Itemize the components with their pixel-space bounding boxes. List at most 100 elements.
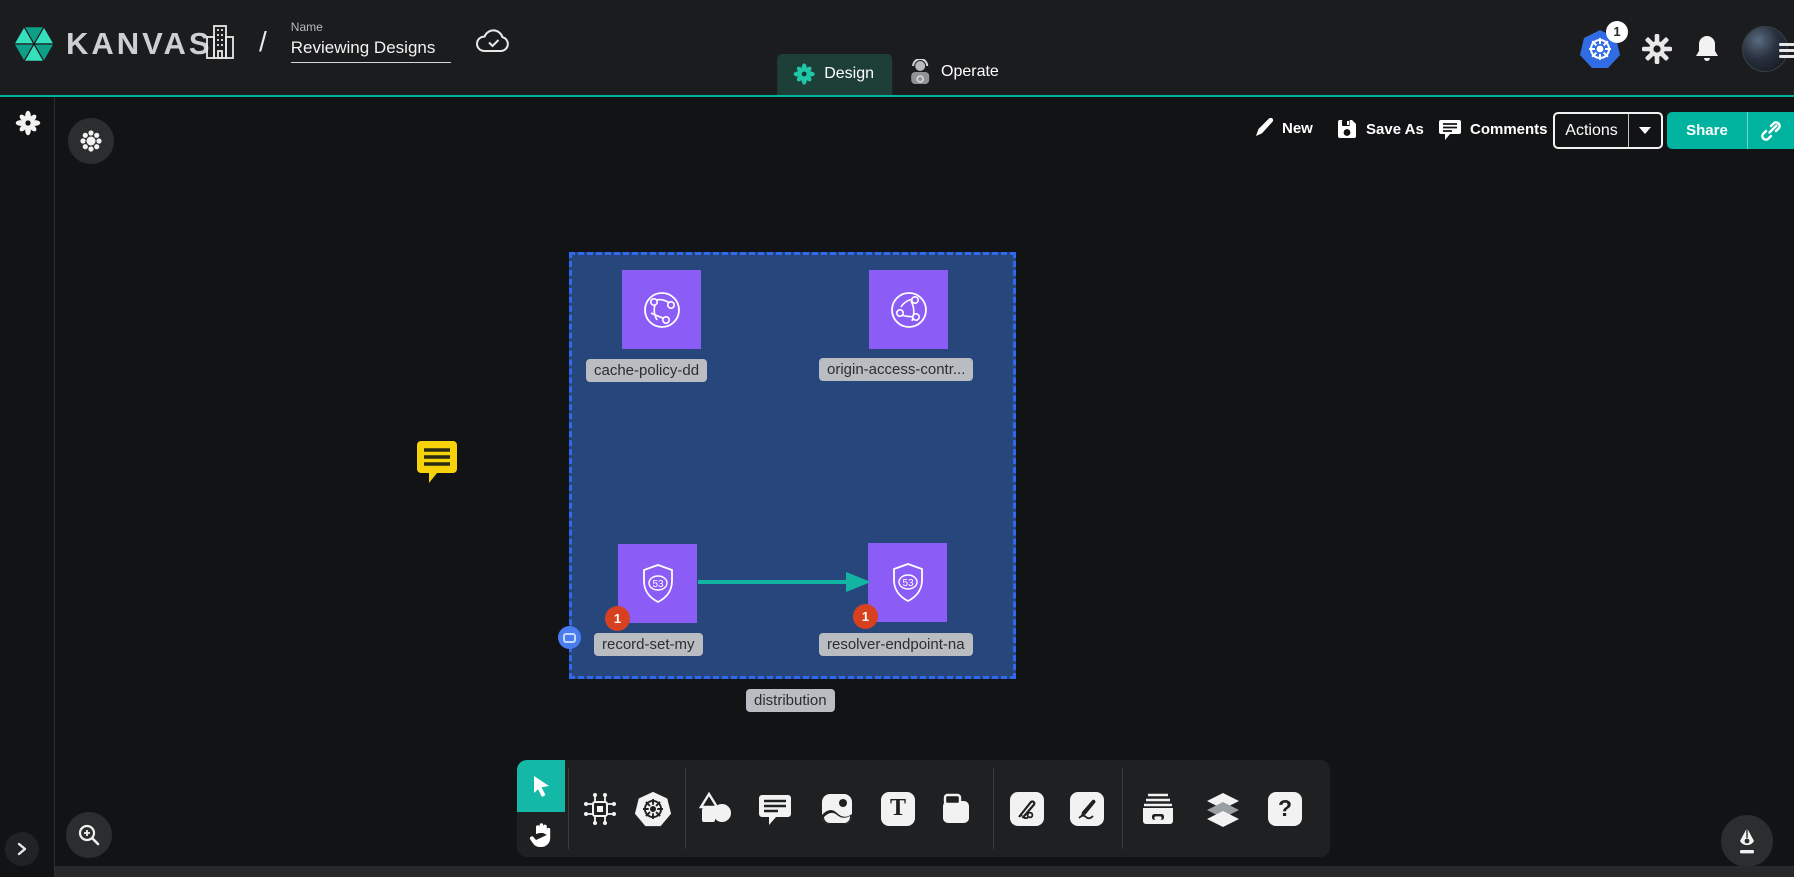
comments-button[interactable]: Comments bbox=[1438, 118, 1548, 140]
cloud-saved-icon bbox=[475, 29, 511, 55]
copy-link-icon[interactable] bbox=[1760, 120, 1782, 142]
actions-label: Actions bbox=[1555, 122, 1628, 140]
shapes-tool-button[interactable] bbox=[693, 760, 737, 857]
brand-wordmark: KANVAS bbox=[66, 26, 213, 62]
issue-badge[interactable]: 1 bbox=[605, 606, 630, 631]
drawer-archive-icon bbox=[1139, 791, 1177, 827]
pencil-scribble-icon bbox=[1076, 798, 1098, 820]
gear-flower-icon bbox=[80, 130, 102, 152]
pencil-new-icon bbox=[1254, 118, 1274, 138]
settings-gear-icon[interactable] bbox=[1642, 34, 1672, 64]
actions-dropdown-button[interactable]: Actions bbox=[1553, 112, 1663, 149]
canvas-toolbar: T bbox=[517, 760, 1330, 857]
save-as-label: Save As bbox=[1366, 121, 1424, 138]
edge-menu-icon[interactable] bbox=[1779, 40, 1794, 61]
zoom-in-button[interactable] bbox=[66, 812, 112, 858]
app-header: KANVAS / Name bbox=[0, 0, 1794, 97]
node-origin-access-control[interactable] bbox=[869, 270, 948, 349]
route53-shield-icon: 53 bbox=[885, 560, 931, 606]
frame-icon bbox=[939, 792, 973, 826]
canvas-loader-button[interactable] bbox=[68, 118, 114, 164]
name-field-label: Name bbox=[291, 20, 451, 34]
issue-badge[interactable]: 1 bbox=[853, 604, 878, 629]
comments-icon bbox=[1438, 118, 1462, 140]
tab-design-label: Design bbox=[824, 65, 874, 83]
comment-bubble-icon bbox=[415, 437, 459, 485]
kubernetes-context-button[interactable]: 1 bbox=[1580, 29, 1620, 69]
pen-path-tool-button[interactable] bbox=[1005, 760, 1049, 857]
pen-tool-button[interactable] bbox=[1721, 815, 1773, 867]
bottom-strip bbox=[0, 866, 1794, 877]
toolbar-divider bbox=[568, 768, 569, 849]
floppy-save-icon bbox=[1336, 118, 1358, 140]
toolbar-divider bbox=[1122, 768, 1123, 849]
share-label: Share bbox=[1667, 122, 1747, 139]
kanvas-logo[interactable]: KANVAS bbox=[12, 22, 213, 66]
tab-design[interactable]: Design bbox=[777, 54, 892, 95]
kubernetes-wheel-icon bbox=[634, 790, 672, 828]
cloudfront-globe-icon bbox=[886, 287, 932, 333]
notifications-bell-icon[interactable] bbox=[1694, 34, 1720, 64]
route53-shield-icon: 53 bbox=[635, 561, 681, 607]
node-label: record-set-my bbox=[594, 633, 703, 656]
frame-tool-button[interactable] bbox=[934, 760, 978, 857]
tab-operate-label: Operate bbox=[941, 63, 999, 81]
toolbar-divider bbox=[685, 768, 686, 849]
component-chip-icon bbox=[582, 791, 618, 827]
help-button[interactable]: ? bbox=[1263, 760, 1307, 857]
toolbar-divider bbox=[993, 768, 994, 849]
drawer-tool-button[interactable] bbox=[1136, 760, 1180, 857]
organization-icon[interactable] bbox=[205, 24, 235, 60]
share-button[interactable]: Share bbox=[1667, 112, 1794, 149]
layers-icon bbox=[1204, 791, 1242, 827]
mode-tabs: Design Operate bbox=[777, 50, 1017, 95]
new-label: New bbox=[1282, 120, 1313, 137]
node-label: origin-access-contr... bbox=[819, 358, 973, 381]
group-label: distribution bbox=[746, 689, 835, 712]
breadcrumb-separator: / bbox=[259, 26, 267, 58]
help-glyph: ? bbox=[1268, 792, 1302, 826]
hand-icon bbox=[529, 822, 553, 848]
save-as-button[interactable]: Save As bbox=[1336, 118, 1424, 140]
pan-hand-tool-button[interactable] bbox=[517, 812, 565, 857]
comment-pin[interactable] bbox=[415, 437, 459, 485]
node-cache-policy[interactable] bbox=[622, 270, 701, 349]
pen-nib-icon bbox=[1735, 827, 1759, 855]
edge-arrow[interactable] bbox=[698, 570, 873, 594]
design-name-input[interactable] bbox=[291, 36, 451, 63]
node-label: cache-policy-dd bbox=[586, 359, 707, 382]
tab-operate[interactable]: Operate bbox=[892, 50, 1017, 95]
chevron-right-icon bbox=[15, 842, 29, 856]
meshery-spiral-icon[interactable] bbox=[15, 110, 41, 136]
cursor-arrow-icon bbox=[530, 774, 552, 798]
pencil-draw-tool-button[interactable] bbox=[1065, 760, 1109, 857]
kubernetes-context-count-badge: 1 bbox=[1606, 21, 1628, 43]
shapes-icon bbox=[696, 791, 734, 827]
node-resolver-endpoint[interactable]: 53 bbox=[868, 543, 947, 622]
text-tool-button[interactable]: T bbox=[876, 760, 920, 857]
image-tool-button[interactable] bbox=[815, 760, 859, 857]
image-icon bbox=[819, 791, 855, 827]
svg-text:53: 53 bbox=[902, 578, 914, 589]
expand-sidebar-button[interactable] bbox=[5, 832, 39, 866]
svg-text:53: 53 bbox=[652, 579, 664, 590]
kubernetes-tool-button[interactable] bbox=[631, 760, 675, 857]
comment-tool-icon bbox=[757, 792, 793, 826]
cloudfront-globe-icon bbox=[639, 287, 685, 333]
layers-tool-button[interactable] bbox=[1201, 760, 1245, 857]
node-label: resolver-endpoint-na bbox=[819, 633, 973, 656]
selection-resize-handle[interactable] bbox=[558, 626, 581, 649]
select-tool-button[interactable] bbox=[517, 760, 565, 812]
actions-divider bbox=[1628, 114, 1629, 147]
operate-person-icon bbox=[908, 59, 932, 85]
new-button[interactable]: New bbox=[1254, 118, 1313, 138]
node-record-set[interactable]: 53 bbox=[618, 544, 697, 623]
left-sidebar bbox=[0, 97, 55, 877]
text-tool-glyph: T bbox=[881, 792, 915, 826]
comment-tool-button[interactable] bbox=[753, 760, 797, 857]
kanvas-hexagon-icon bbox=[12, 22, 56, 66]
components-tool-button[interactable] bbox=[578, 760, 622, 857]
design-name-field: Name bbox=[291, 20, 451, 63]
pen-path-icon bbox=[1016, 798, 1038, 820]
comments-label: Comments bbox=[1470, 121, 1548, 138]
